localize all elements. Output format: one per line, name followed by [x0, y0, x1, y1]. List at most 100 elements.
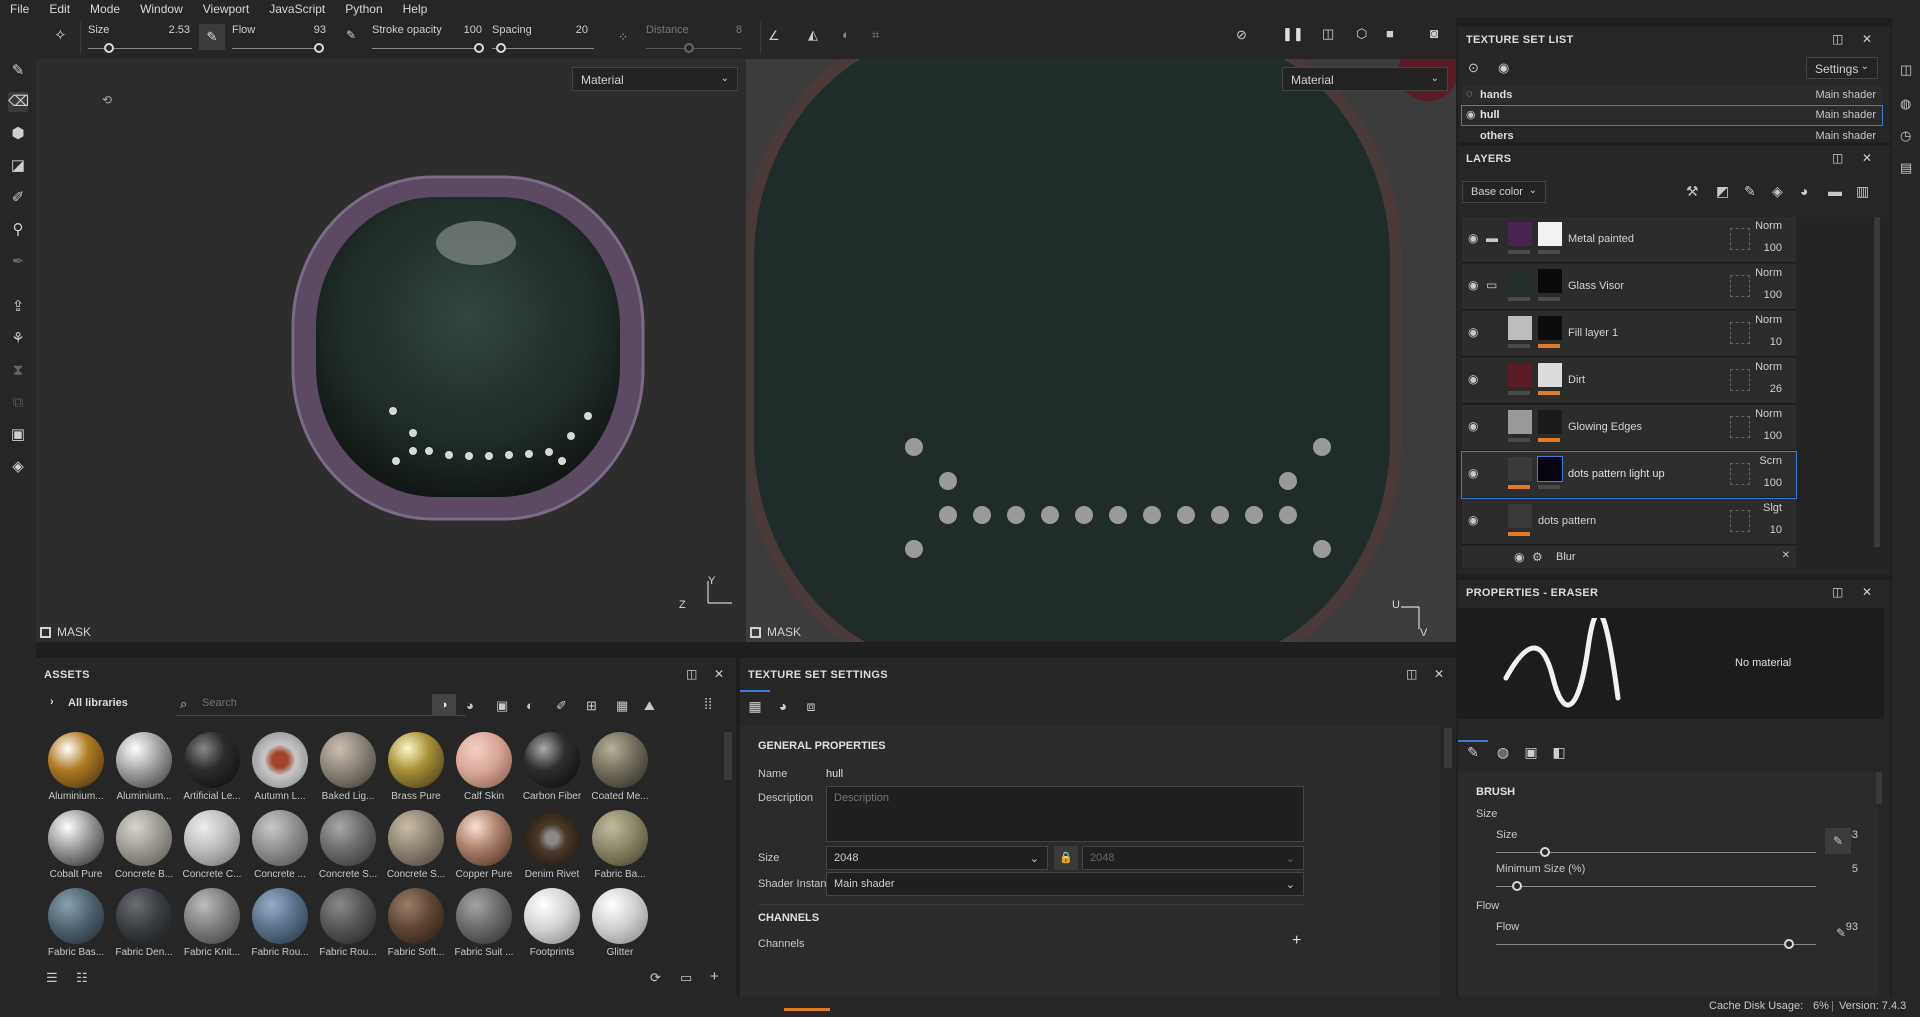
- spacing-value[interactable]: 20: [548, 24, 588, 36]
- asset-tile[interactable]: Concrete S...: [316, 810, 380, 880]
- libraries-selector[interactable]: › All libraries: [44, 692, 162, 714]
- layer-row[interactable]: ◉ Dirt Norm 26: [1462, 358, 1796, 404]
- viewport-3d-display-select[interactable]: Material ⌄: [572, 67, 738, 91]
- asset-tile[interactable]: Autumn L...: [248, 732, 312, 802]
- float-panel-icon[interactable]: ◫: [1832, 151, 1844, 165]
- mask-thumbnail[interactable]: [1537, 456, 1563, 482]
- close-icon[interactable]: ✕: [1862, 32, 1872, 46]
- name-value[interactable]: hull: [826, 768, 843, 780]
- opacity-value[interactable]: 10: [1770, 336, 1782, 348]
- projection-icon[interactable]: ⬢: [8, 124, 28, 144]
- layer-thumbnail[interactable]: [1508, 316, 1532, 340]
- layer-row[interactable]: ◉ ▬ Metal painted Norm 100: [1462, 217, 1796, 263]
- spacing-slider-knob[interactable]: [496, 43, 506, 53]
- grid-view-icon[interactable]: ⁞⁞: [704, 696, 712, 713]
- filter-materials-icon[interactable]: ◑: [432, 694, 456, 716]
- filter-smart-materials-icon[interactable]: ◕: [466, 698, 474, 713]
- asset-search-input[interactable]: [202, 697, 452, 709]
- layer-row[interactable]: ◉ ▭ Glass Visor Norm 100: [1462, 264, 1796, 310]
- opacity-value[interactable]: 10: [1770, 524, 1782, 536]
- eye-icon[interactable]: ◉: [1468, 419, 1478, 433]
- add-mask-icon[interactable]: ◩: [1716, 183, 1729, 200]
- brush-flow-slider-knob[interactable]: [1784, 939, 1794, 949]
- add-fill-layer-icon[interactable]: ◈: [1772, 183, 1783, 200]
- asset-tile[interactable]: Fabric Den...: [112, 888, 176, 958]
- flow-slider-knob[interactable]: [314, 43, 324, 53]
- asset-tile[interactable]: Concrete C...: [180, 810, 244, 880]
- lock-icon[interactable]: 🔒: [1054, 846, 1078, 870]
- asset-tile[interactable]: Aluminium...: [44, 732, 108, 802]
- asset-tile[interactable]: Fabric Ba...: [588, 810, 652, 880]
- layer-row[interactable]: ◉ Glowing Edges Norm 100: [1462, 405, 1796, 451]
- shader-instance-select[interactable]: Main shader ⌄: [826, 872, 1304, 896]
- float-panel-icon[interactable]: ◫: [1832, 585, 1844, 599]
- layer-options-box[interactable]: [1730, 228, 1750, 250]
- add-asset-icon[interactable]: +: [710, 968, 719, 985]
- viewport-2d[interactable]: Material ⌄ U V MASK: [746, 59, 1456, 642]
- asset-tile[interactable]: Cobalt Pure: [44, 810, 108, 880]
- close-icon[interactable]: ✕: [1862, 585, 1872, 599]
- blend-mode[interactable]: Norm: [1755, 361, 1782, 373]
- layer-options-box[interactable]: [1730, 322, 1750, 344]
- transform-icon[interactable]: ⌗: [872, 27, 879, 43]
- asset-search[interactable]: ⌕: [176, 694, 466, 716]
- add-channel-icon[interactable]: +: [1292, 932, 1301, 950]
- menu-help[interactable]: Help: [393, 2, 438, 16]
- layer-channel-select[interactable]: Base color ⌄: [1462, 181, 1546, 203]
- render-icon[interactable]: ▣: [8, 425, 28, 445]
- asset-tile[interactable]: Artificial Le...: [180, 732, 244, 802]
- baking-tab-icon[interactable]: ◕: [770, 694, 796, 718]
- opacity-value[interactable]: 100: [1764, 289, 1782, 301]
- pause-icon[interactable]: ❚❚: [1282, 26, 1304, 42]
- opacity-value[interactable]: 100: [1764, 242, 1782, 254]
- description-field[interactable]: [826, 786, 1304, 842]
- opacity-value[interactable]: 100: [1764, 430, 1782, 442]
- filter-textures-icon[interactable]: ◐: [526, 698, 534, 713]
- layer-row[interactable]: ◉ Fill layer 1 Norm 10: [1462, 311, 1796, 357]
- asset-tile[interactable]: Coated Me...: [588, 732, 652, 802]
- mirror-icon[interactable]: ◭: [808, 27, 818, 43]
- mask-thumbnail[interactable]: [1538, 269, 1562, 293]
- blend-mode[interactable]: Norm: [1755, 220, 1782, 232]
- asset-tile[interactable]: Concrete S...: [384, 810, 448, 880]
- stencil-tab-icon[interactable]: ◧: [1546, 740, 1572, 764]
- eye-icon[interactable]: ◉: [1468, 372, 1478, 386]
- eye-icon[interactable]: ◉: [1468, 231, 1478, 245]
- texture-set-item-hull[interactable]: ◉ hull Main shader: [1461, 105, 1883, 126]
- add-paint-layer-icon[interactable]: ✎: [1744, 183, 1756, 200]
- brush-size-slider-knob[interactable]: [1540, 847, 1550, 857]
- layer-options-box[interactable]: [1730, 510, 1750, 532]
- eye-icon[interactable]: ◉: [1468, 513, 1478, 527]
- menu-viewport[interactable]: Viewport: [193, 2, 259, 16]
- viewport-3d[interactable]: Material ⌄ ⟲ Y Z MASK: [36, 59, 746, 642]
- asset-tile[interactable]: Fabric Suit ...: [452, 888, 516, 958]
- effect-row[interactable]: ◉ ⚙ Blur ✕: [1462, 546, 1796, 568]
- shelf-icon[interactable]: ◈: [8, 457, 28, 477]
- transform-tool-icon[interactable]: ⧉: [8, 393, 28, 413]
- layers-scrollbar[interactable]: [1874, 217, 1880, 547]
- stroke-opacity-value[interactable]: 100: [442, 24, 482, 36]
- float-panel-icon[interactable]: ◫: [686, 667, 698, 681]
- eraser-icon[interactable]: ⌫: [8, 92, 29, 112]
- paint-brush-icon[interactable]: ✎: [8, 61, 28, 81]
- filter-alphas-icon[interactable]: ⊞: [586, 698, 597, 714]
- list-view-icon[interactable]: ☰: [46, 970, 58, 986]
- filter-brushes-icon[interactable]: ✐: [556, 698, 567, 714]
- display-settings-icon[interactable]: ◍: [1900, 96, 1911, 112]
- mask-thumbnail[interactable]: [1538, 363, 1562, 387]
- mask-thumbnail[interactable]: [1538, 410, 1562, 434]
- layer-row[interactable]: ◉ dots pattern Slgt 10: [1462, 499, 1796, 545]
- filter-environments-icon[interactable]: ⛰: [644, 698, 655, 714]
- eye-icon[interactable]: ◉: [1514, 550, 1524, 564]
- display-settings-icon[interactable]: ⬡: [1356, 26, 1367, 42]
- material-picker-icon[interactable]: ⚘: [8, 329, 28, 349]
- flow-value[interactable]: 93: [286, 24, 326, 36]
- lazy-mouse-icon[interactable]: ⁘: [618, 30, 628, 44]
- add-folder-icon[interactable]: ▬: [1828, 183, 1842, 199]
- min-size-slider-track[interactable]: [1496, 886, 1816, 887]
- stroke-opacity-slider-knob[interactable]: [474, 43, 484, 53]
- flow-pressure-icon[interactable]: ✎: [1836, 926, 1846, 940]
- import-icon[interactable]: ▭: [680, 970, 692, 986]
- asset-tile[interactable]: Fabric Rou...: [248, 888, 312, 958]
- brush-flow-slider-track[interactable]: [1496, 944, 1816, 945]
